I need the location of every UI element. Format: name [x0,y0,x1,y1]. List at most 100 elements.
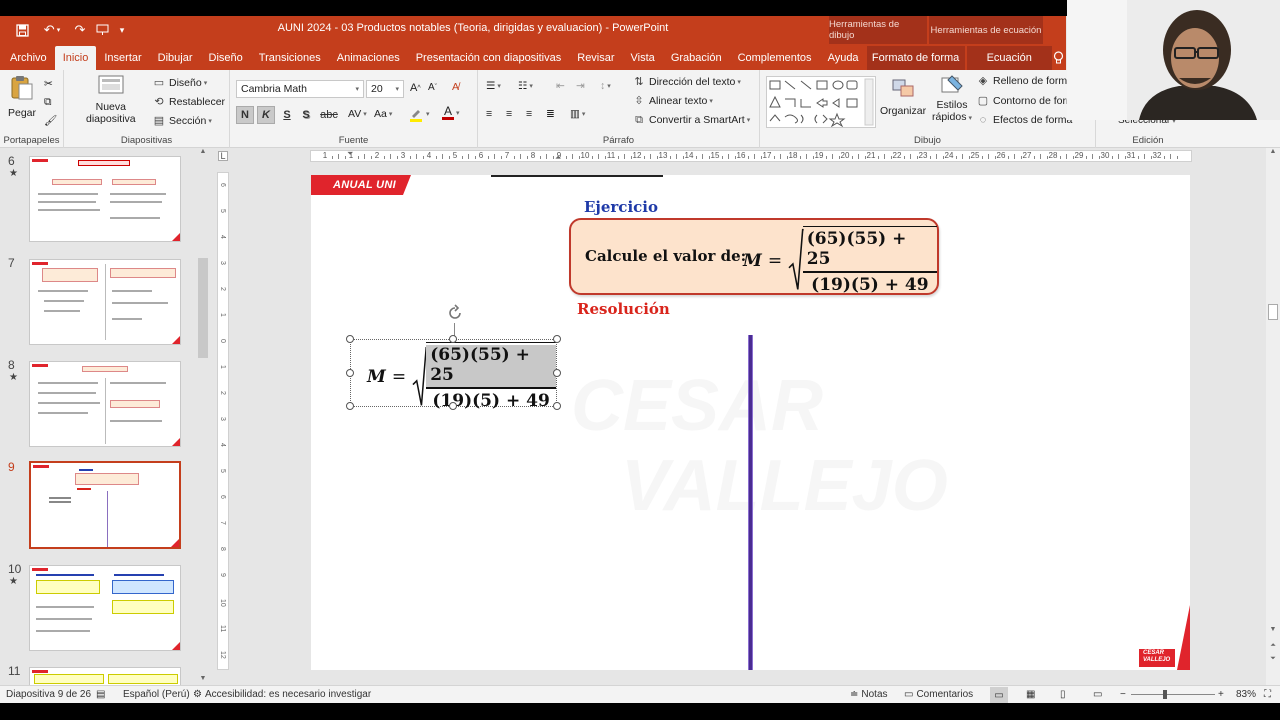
zoom-out-icon[interactable]: − [1120,689,1126,700]
resize-handle-e[interactable] [553,369,561,377]
line-spacing-icon[interactable]: ↕ ▾ [600,80,611,92]
arrange-button[interactable]: Organizar [880,78,926,117]
slide-sorter-icon[interactable]: ▦ [1026,689,1035,700]
tab-formato-de-forma[interactable]: Formato de forma [866,46,965,70]
zoom-slider-thumb[interactable] [1163,690,1168,699]
tab-grabacion[interactable]: Grabación [663,46,730,70]
bold-button[interactable]: N [236,106,254,124]
zoom-level[interactable]: 83% [1236,689,1256,700]
tab-transiciones[interactable]: Transiciones [251,46,329,70]
thumbnails-scroll-thumb[interactable] [198,258,208,358]
accessibility-status[interactable]: ⚙ Accesibilidad: es necesario investigar [193,689,371,700]
shape-fill-button[interactable]: ◈ Relleno de forma [976,74,1073,88]
tab-animaciones[interactable]: Animaciones [329,46,408,70]
working-equation[interactable]: M = (65)(55) + 25 (19)(5) + 49 [367,342,556,411]
exercise-box[interactable]: Calcule el valor de: M = (65)(55) + 25 (… [569,218,939,295]
tab-vista[interactable]: Vista [623,46,663,70]
spellcheck-icon[interactable]: ▤ [96,689,105,700]
slideshow-icon[interactable]: ▭ [1093,689,1102,700]
italic-button[interactable]: K [257,106,275,124]
strikethrough-button[interactable]: abc [316,106,342,124]
tab-ecuacion[interactable]: Ecuación [966,46,1052,70]
editor-scroll-up-icon[interactable]: ▲ [1268,148,1278,158]
decrease-indent-icon[interactable]: ⇤ [556,80,565,92]
editor-scrollbar[interactable]: ▲ ▼ ⏶ ⏷ [1266,148,1280,685]
resize-handle-s[interactable] [449,402,457,410]
slide-thumbnail-8[interactable] [29,361,181,447]
tab-archivo[interactable]: Archivo [2,46,55,70]
numbering-icon[interactable]: ☷ ▾ [518,80,533,92]
working-equation-numerator[interactable]: (65)(55) + 25 [426,345,556,389]
increase-indent-icon[interactable]: ⇥ [576,80,585,92]
editor-scroll-thumb[interactable] [1268,304,1278,320]
grow-font-button[interactable]: A ^ [410,82,421,94]
text-direction-button[interactable]: ⇅ Dirección del texto ▾ [632,75,741,89]
align-right-icon[interactable]: ≡ [526,108,532,120]
slide-thumbnail-11[interactable] [29,667,181,685]
right-indent-marker[interactable]: ⏶ [555,154,561,162]
slide-thumbnail-6[interactable] [29,156,181,242]
shapes-gallery[interactable] [766,76,876,128]
font-color-icon[interactable]: A ▾ [442,105,460,120]
previous-slide-icon[interactable]: ⏶ [1268,642,1278,652]
font-name-select[interactable]: Cambria Math ▾ [236,80,364,98]
new-slide-button[interactable]: Nueva diapositiva [86,74,136,125]
notes-button[interactable]: ≐ Notas [850,689,888,700]
resize-handle-se[interactable] [553,402,561,410]
shape-effects-button[interactable]: ◌ Efectos de forma [976,113,1073,127]
fit-slide-icon[interactable]: ⛶ [1264,689,1271,700]
spacing-icon[interactable]: AV ▾ [348,108,367,120]
zoom-slider[interactable] [1131,690,1215,699]
tab-ayuda[interactable]: Ayuda [820,46,867,70]
reset-button[interactable]: ⟲ Restablecer [152,95,225,109]
highlight-icon[interactable]: ▾ [408,106,430,122]
paste-button[interactable]: Pegar [8,74,36,119]
tab-insertar[interactable]: Insertar [96,46,149,70]
convert-smartart-button[interactable]: ⧉ Convertir a SmartArt ▾ [632,113,750,127]
resize-handle-ne[interactable] [553,335,561,343]
shrink-font-button[interactable]: Aˇ [428,82,437,93]
align-left-icon[interactable]: ≡ [486,108,492,120]
language-status[interactable]: Español (Perú) [123,689,190,700]
tab-diseno[interactable]: Diseño [201,46,251,70]
layout-button[interactable]: ▭ Diseño ▾ [152,76,207,90]
underline-button[interactable]: S [278,106,296,124]
zoom-in-icon[interactable]: + [1218,689,1224,700]
resize-handle-n[interactable] [449,335,457,343]
font-size-select[interactable]: 20 ▾ [366,80,404,98]
columns-icon[interactable]: ▥ ▾ [570,108,585,120]
resize-handle-sw[interactable] [346,402,354,410]
rotate-handle-icon[interactable] [445,303,465,323]
resize-handle-w[interactable] [346,369,354,377]
cut-icon[interactable]: ✂ [44,78,53,90]
next-slide-icon[interactable]: ⏷ [1268,655,1278,665]
justify-icon[interactable]: ≣ [546,108,555,120]
bullets-icon[interactable]: ☰ ▾ [486,80,501,92]
scroll-up-icon[interactable]: ▲ [198,148,208,158]
quick-styles-button[interactable]: Estilos rápidos ▾ [932,74,972,123]
copy-icon[interactable]: ⧉ [44,96,52,109]
shape-outline-button[interactable]: ▢ Contorno de forma [976,94,1081,108]
shadow-button[interactable]: S [297,106,315,124]
lightbulb-icon[interactable] [1052,46,1066,70]
slide-thumbnail-7[interactable] [29,259,181,345]
scroll-down-icon[interactable]: ▼ [198,675,208,685]
slide-thumbnail-9[interactable] [29,461,181,549]
align-center-icon[interactable]: ≡ [506,108,512,120]
editor-scroll-down-icon[interactable]: ▼ [1268,626,1278,636]
format-painter-icon[interactable]: 🖌 [44,114,57,127]
align-text-button[interactable]: ⇳ Alinear texto ▾ [632,94,713,108]
selected-equation-box[interactable]: M = (65)(55) + 25 (19)(5) + 49 [350,339,557,411]
thumbnails-scrollbar[interactable]: ▲ ▼ [197,148,209,685]
tab-revisar[interactable]: Revisar [569,46,622,70]
tab-dibujar[interactable]: Dibujar [150,46,201,70]
tab-stop-selector[interactable]: L [218,151,228,161]
resize-handle-nw[interactable] [346,335,354,343]
indent-marker[interactable]: ⏷ [347,151,353,158]
tab-complementos[interactable]: Complementos [730,46,820,70]
tab-inicio[interactable]: Inicio [54,46,97,70]
comments-button[interactable]: ▭ Comentarios [904,689,973,700]
change-case-icon[interactable]: Aa ▾ [374,108,392,120]
reading-view-icon[interactable]: ▯ [1060,689,1066,700]
normal-view-icon[interactable]: ▭ [990,687,1008,703]
